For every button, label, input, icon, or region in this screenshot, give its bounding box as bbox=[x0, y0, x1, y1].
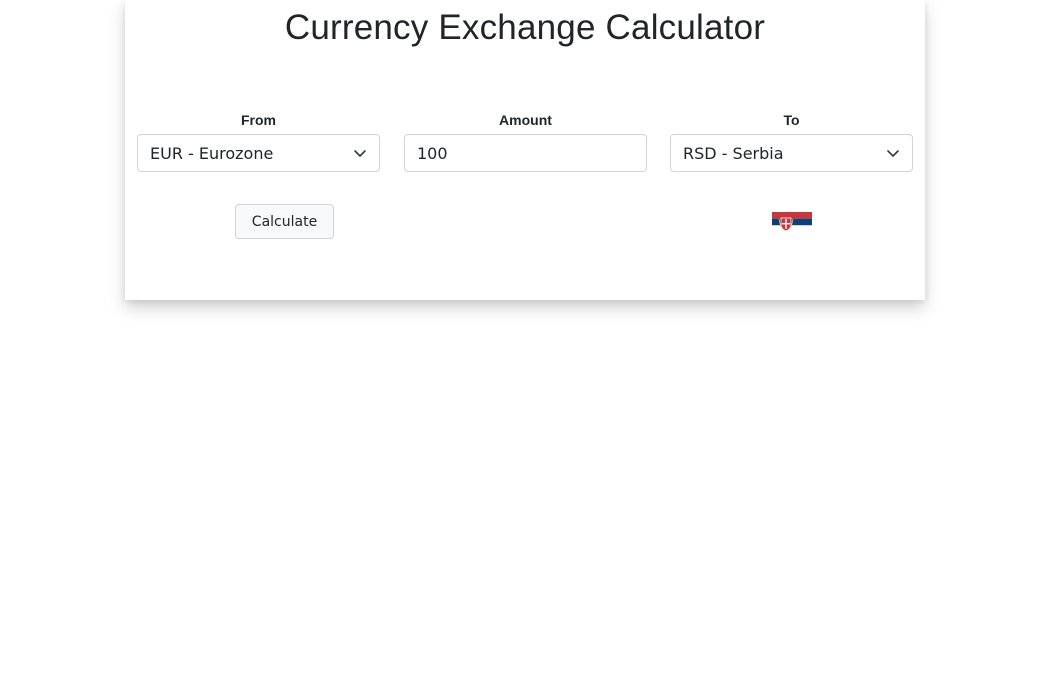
from-currency-select[interactable]: EUR - Eurozone bbox=[137, 134, 380, 172]
serbia-flag-icon bbox=[772, 212, 812, 232]
amount-input[interactable] bbox=[404, 134, 647, 172]
page-title: Currency Exchange Calculator bbox=[284, 8, 766, 47]
to-currency-value: RSD - Serbia bbox=[683, 143, 784, 163]
amount-label: Amount bbox=[499, 112, 552, 128]
calculator-card: Currency Exchange Calculator From EUR - … bbox=[125, 0, 925, 300]
to-currency-select[interactable]: RSD - Serbia bbox=[670, 134, 913, 172]
chevron-down-icon bbox=[353, 146, 367, 160]
from-label: From bbox=[241, 112, 276, 128]
to-label: To bbox=[783, 112, 800, 128]
from-currency-value: EUR - Eurozone bbox=[150, 143, 274, 163]
chevron-down-icon bbox=[886, 146, 900, 160]
calculate-button[interactable]: Calculate bbox=[235, 204, 334, 239]
